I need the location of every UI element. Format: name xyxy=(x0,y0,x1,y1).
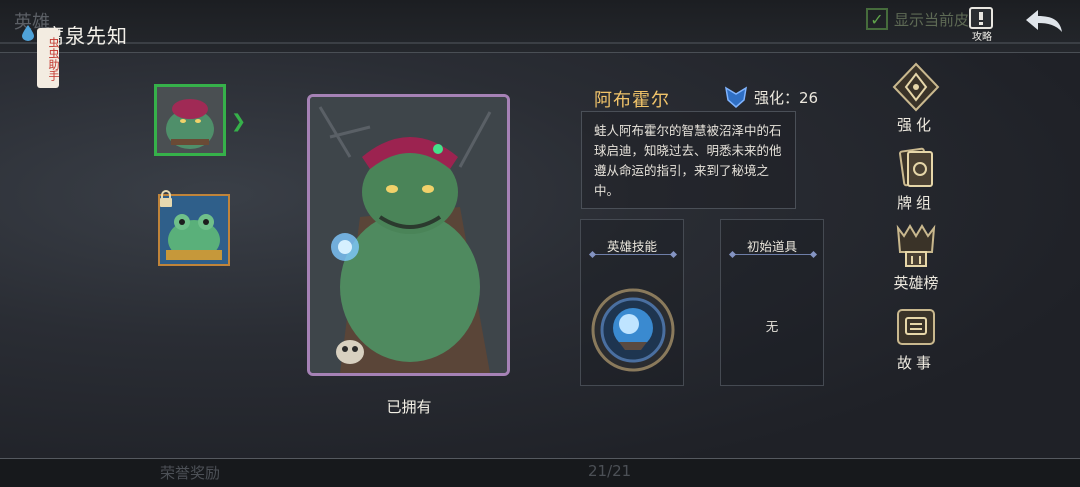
initial-item-panel: 初始道具 无 xyxy=(720,219,824,386)
guide-button[interactable]: 攻略 xyxy=(966,6,996,43)
hero-card-art xyxy=(307,94,510,376)
side-button-leaderboard[interactable]: 英雄榜 xyxy=(884,222,948,293)
page-counter: 21/21 xyxy=(588,462,632,480)
divider xyxy=(733,254,813,255)
ownership-status: 已拥有 xyxy=(386,398,432,416)
side-button-deck[interactable]: 牌组 xyxy=(884,146,948,213)
hero-skill-panel: 英雄技能 xyxy=(580,219,684,386)
side-button-label: 牌组 xyxy=(896,194,935,212)
back-arrow-icon[interactable] xyxy=(1024,8,1064,34)
enhance-icon xyxy=(892,62,940,112)
hero-description: 蛙人阿布霍尔的智慧被沼泽中的石球启迪，知晓过去、明悉未来的他遵从命运的指引，来到… xyxy=(581,111,796,209)
enhance-crest-icon xyxy=(724,86,748,108)
side-button-label: 故事 xyxy=(896,354,935,372)
side-button-enhance[interactable]: 强化 xyxy=(884,62,948,135)
hero-skill-title: 英雄技能 xyxy=(606,239,657,254)
side-button-story[interactable]: 故事 xyxy=(884,306,948,373)
guide-label: 攻略 xyxy=(972,32,992,43)
honor-rewards-button[interactable]: 荣誉奖励 xyxy=(160,462,220,483)
side-button-label: 强化 xyxy=(896,116,935,134)
helper-tag[interactable]: 虫虫助手 xyxy=(37,28,60,88)
leaderboard-icon xyxy=(896,224,936,267)
hero-portrait-selected[interactable]: ❯ xyxy=(154,84,246,156)
story-icon xyxy=(897,309,935,345)
hero-portrait-abhor xyxy=(157,87,223,153)
hero-name: 阿布霍尔 xyxy=(594,90,670,111)
checkbox[interactable]: ✓ xyxy=(866,8,888,30)
guide-book-icon xyxy=(969,7,993,29)
top-bar-divider xyxy=(0,42,1080,44)
hero-portrait-locked[interactable] xyxy=(158,190,230,266)
lock-icon xyxy=(160,190,172,207)
enhance-level-label: 强化：26 xyxy=(754,88,819,107)
side-button-label: 英雄榜 xyxy=(893,274,939,292)
enhance-level: 强化：26 xyxy=(724,86,818,108)
hero-illustration xyxy=(310,97,507,373)
divider xyxy=(593,254,673,255)
initial-item-value: 无 xyxy=(765,319,779,334)
hero-skill-icon[interactable] xyxy=(591,288,675,372)
deck-icon xyxy=(899,147,933,187)
selected-arrow-icon: ❯ xyxy=(231,111,247,132)
initial-item-title: 初始道具 xyxy=(746,239,797,254)
water-drop-icon xyxy=(22,25,34,41)
